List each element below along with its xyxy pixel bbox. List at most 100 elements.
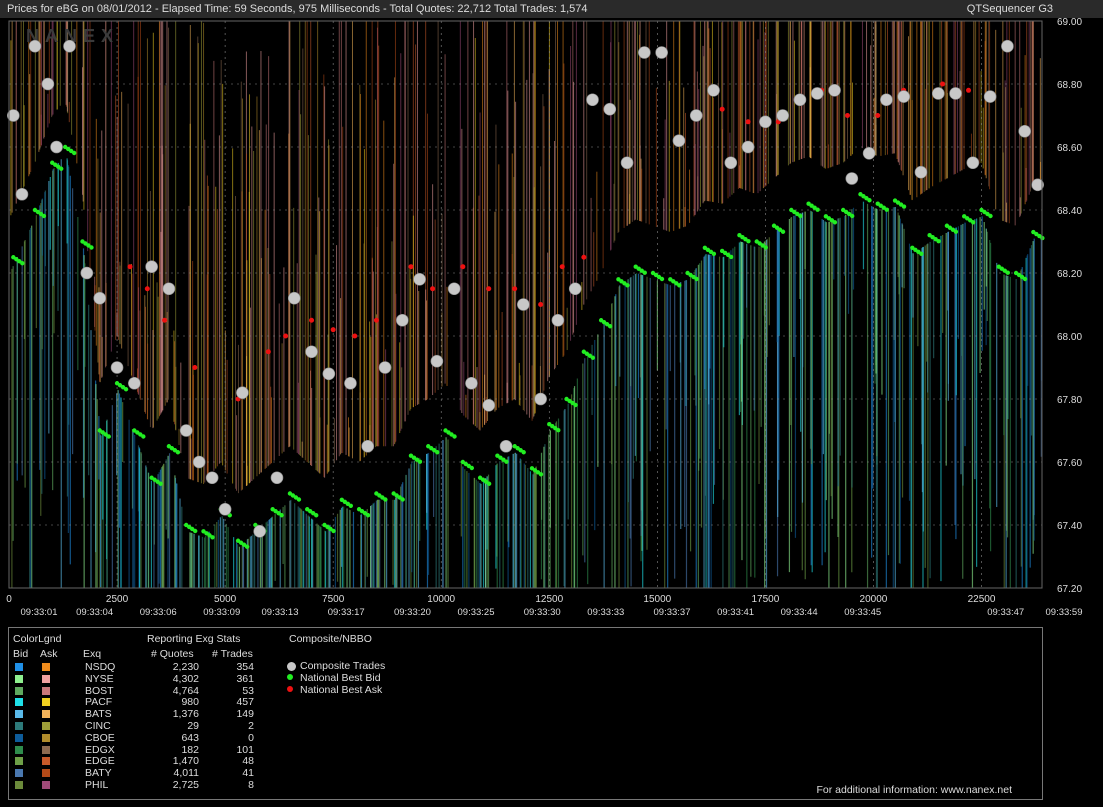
composite-trade-point: [305, 345, 318, 359]
composite-trade-point: [63, 39, 76, 53]
y-tick-label: 67.60: [1057, 458, 1082, 469]
exchange-trades: 41: [242, 767, 254, 780]
composite-trade-point: [344, 376, 357, 390]
composite-trade-point: [218, 502, 232, 516]
trades-header: # Trades: [212, 648, 253, 660]
nbb-bid-point: [365, 513, 371, 518]
nbb-bid-point: [158, 481, 163, 486]
time-label: 09:33:37: [654, 607, 691, 618]
nbb-bid-point: [901, 204, 907, 209]
nbo-ask-point: [162, 317, 168, 323]
composite-trade-point: [15, 187, 29, 201]
exchange-trades: 8: [248, 779, 254, 791]
exchange-name: EDGX: [85, 743, 115, 756]
exchange-trades: 361: [236, 672, 254, 685]
ask-swatch: [42, 769, 50, 778]
nbb-bid-point: [936, 239, 941, 244]
x-tick-label: 7500: [322, 594, 345, 605]
composite-trade-point: [828, 84, 841, 97]
composite-trade-point: [724, 156, 738, 170]
nbb-bid-point: [798, 213, 803, 219]
nbb-bid-point: [106, 434, 111, 439]
nbb-bid-point: [417, 459, 423, 464]
composite-swatch: [287, 662, 296, 671]
nbb-bid-point: [123, 387, 129, 392]
composite-trade-point: [620, 156, 634, 170]
composite-trade-point: [236, 386, 249, 400]
bid-swatch: [15, 722, 23, 730]
time-label: 09:33:09: [203, 607, 240, 618]
nbb-bid-point: [521, 450, 526, 455]
y-tick-label: 68.20: [1057, 269, 1082, 280]
nbo-ask-point: [144, 286, 150, 292]
exchange-quotes: 1,376: [172, 708, 199, 721]
exchange-quotes: 980: [181, 696, 199, 709]
nbb-bid-point: [314, 513, 319, 518]
nbo-ask-point: [430, 286, 436, 292]
nbb-bid-point: [677, 283, 682, 288]
exchange-name: CBOE: [85, 731, 115, 744]
nbb-bid-point: [141, 434, 146, 439]
nbo-ask-point: [352, 333, 358, 339]
composite-trade-point: [568, 282, 582, 296]
nbb-bid-point: [71, 150, 77, 156]
composite-label: Composite Trades: [300, 660, 386, 672]
nbb-bid-point: [849, 213, 855, 219]
exchange-quotes: 4,764: [172, 684, 199, 697]
bid-swatch: [15, 674, 23, 683]
bid-swatch: [15, 686, 23, 695]
nbb-bid-point: [469, 465, 475, 471]
ask-swatch: [42, 710, 50, 719]
exchange-quotes: 643: [181, 731, 199, 744]
composite-trade-point: [949, 87, 962, 100]
composite-trade-point: [413, 272, 426, 286]
composite-trade-point: [776, 109, 789, 122]
exchange-name: NYSE: [85, 672, 114, 685]
exchange-quotes: 4,011: [173, 767, 200, 780]
exchange-trades: 0: [248, 731, 254, 744]
time-label: 09:33:30: [524, 607, 561, 618]
exchange-name: BATS: [85, 708, 112, 721]
nbb-bid-point: [331, 528, 336, 534]
nbo-ask-point: [845, 113, 851, 118]
composite-trade-point: [179, 424, 193, 437]
nbo-ask-point: [512, 286, 518, 292]
nbb-bid-point: [711, 251, 717, 256]
bid-swatch: [15, 733, 23, 742]
time-label: 09:33:44: [781, 607, 818, 618]
time-label: 09:33:45: [844, 607, 881, 618]
nbo-ask-point: [127, 264, 133, 270]
x-tick-label: 22500: [968, 594, 996, 605]
composite-swatch: [287, 686, 293, 692]
composite-trade-point: [1018, 124, 1032, 138]
time-label: 09:33:20: [394, 607, 431, 618]
time-label: 09:33:17: [328, 607, 365, 618]
bid-swatch: [15, 663, 23, 671]
composite-trade-point: [880, 93, 893, 107]
composite-trade-point: [378, 361, 392, 374]
exchange-quotes: 1,470: [172, 755, 199, 768]
composite-trade-point: [672, 134, 686, 147]
nbb-bid-point: [607, 324, 613, 329]
composite-title: Composite/NBBO: [289, 633, 372, 645]
time-label: 09:33:25: [458, 607, 495, 618]
composite-trade-point: [205, 471, 219, 485]
exchange-name: PHIL: [85, 779, 109, 791]
exchange-trades: 149: [236, 708, 254, 721]
nbo-ask-point: [460, 264, 466, 270]
x-axis: 0 2500 5000 7500 10000 12500 15000 17500 20000 22…: [6, 594, 1082, 618]
nbo-ask-point: [966, 87, 972, 93]
time-label: 09:33:04: [76, 607, 113, 618]
x-tick-label: 2500: [106, 594, 129, 605]
composite-trade-point: [41, 77, 55, 91]
exq-header: Exq: [83, 648, 102, 660]
time-label: 09:33:33: [587, 607, 624, 618]
nbo-ask-point: [581, 254, 587, 260]
nbb-bid-point: [279, 513, 284, 518]
ask-swatch: [42, 674, 50, 683]
composite-trade-point: [586, 93, 599, 107]
nbo-ask-point: [875, 113, 881, 118]
exchange-trades: 2: [248, 720, 254, 732]
composite-trade-point: [128, 376, 141, 390]
nbo-ask-point: [283, 333, 289, 339]
